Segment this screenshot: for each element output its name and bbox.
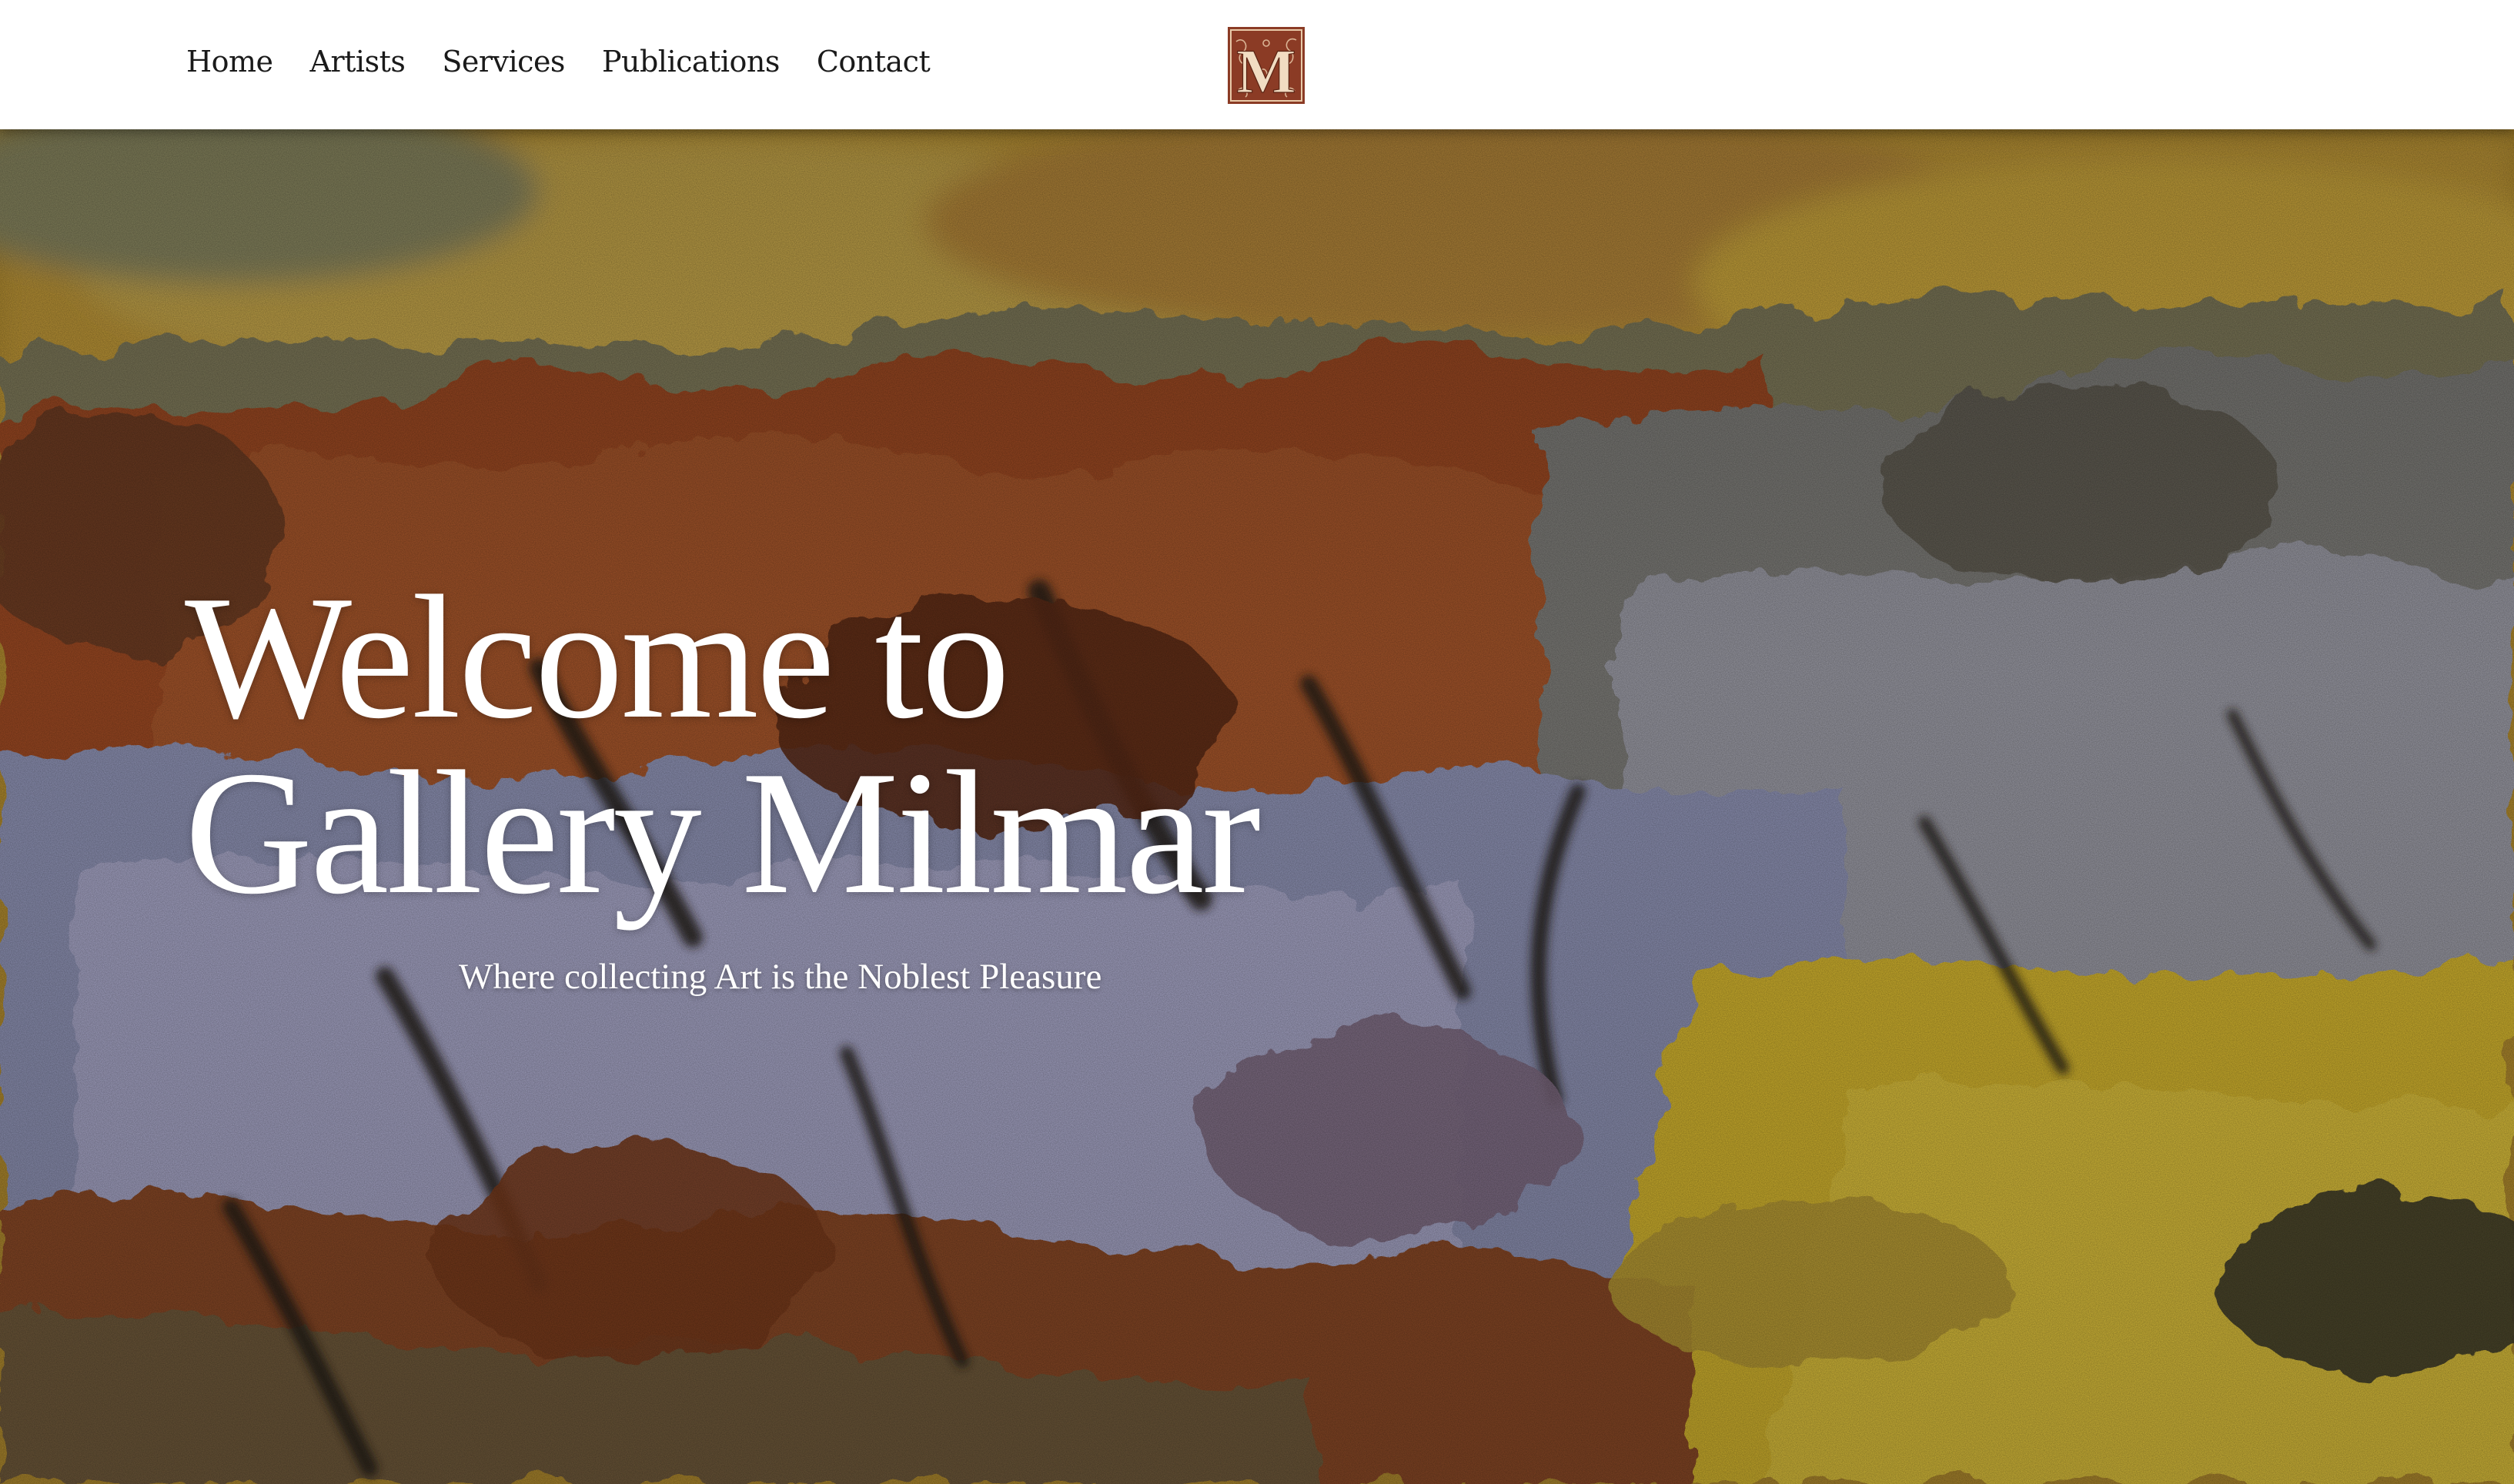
nav-home-link[interactable]: Home (186, 45, 273, 79)
hero-title: Welcome to Gallery Milmar (185, 559, 1261, 931)
logo-link[interactable]: M (1227, 26, 1305, 107)
main-nav: Home Artists Services Publications Conta… (186, 37, 931, 86)
hero-title-line-2: Gallery Milmar (185, 734, 1261, 931)
hero-subtitle: Where collecting Art is the Noblest Plea… (459, 957, 1102, 997)
site-header: Home Artists Services Publications Conta… (0, 0, 2514, 129)
nav-contact-link[interactable]: Contact (817, 45, 931, 79)
nav-services-link[interactable]: Services (442, 45, 565, 79)
hero-title-line-1: Welcome to (185, 559, 1010, 755)
nav-publications-link[interactable]: Publications (602, 45, 780, 79)
logo-letter: M (1236, 36, 1295, 105)
nav-artists-link[interactable]: Artists (310, 45, 406, 79)
illuminated-letter-m-logo: M (1228, 27, 1305, 107)
